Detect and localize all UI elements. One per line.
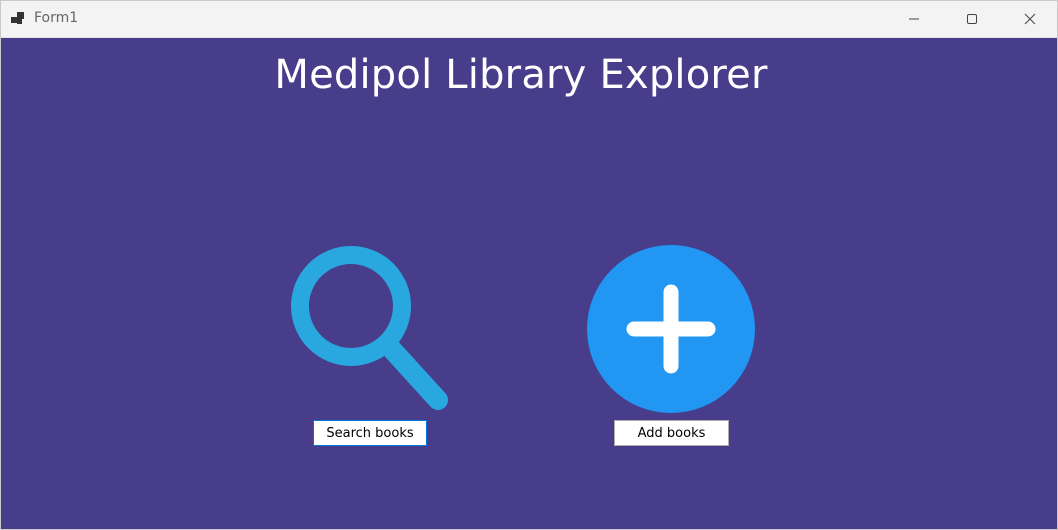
add-books-button[interactable]: Add books — [614, 420, 729, 446]
maximize-icon — [966, 13, 978, 25]
plus-circle-icon[interactable] — [587, 245, 755, 413]
maximize-button[interactable] — [943, 1, 1001, 37]
close-icon — [1024, 13, 1036, 25]
minimize-icon — [908, 13, 920, 25]
title-bar[interactable]: Form1 — [1, 1, 1057, 38]
search-books-button[interactable]: Search books — [313, 420, 427, 446]
minimize-button[interactable] — [885, 1, 943, 37]
app-window: Form1 Medipol Library Explorer Search bo… — [0, 0, 1058, 530]
close-button[interactable] — [1001, 1, 1057, 37]
main-content: Medipol Library Explorer Search books Ad… — [1, 38, 1057, 529]
magnifier-icon[interactable] — [287, 242, 457, 416]
page-title: Medipol Library Explorer — [274, 52, 768, 98]
window-title: Form1 — [34, 10, 79, 26]
app-icon — [11, 12, 27, 28]
